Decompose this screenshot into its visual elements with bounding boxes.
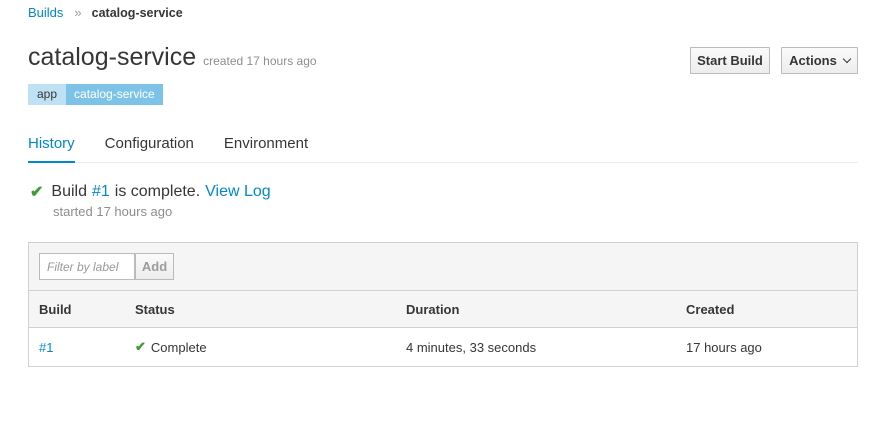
duration-cell: 4 minutes, 33 seconds (406, 339, 537, 355)
status-cell: ✔ Complete (135, 328, 207, 366)
latest-build-status: ✔ Build #1 is complete. View Log started… (30, 182, 271, 219)
label-key[interactable]: app (28, 84, 67, 105)
tab-bar: History Configuration Environment (28, 130, 858, 163)
table-row: #1 ✔ Complete 4 minutes, 33 seconds 17 h… (29, 328, 857, 366)
table-header: Build Status Duration Created (29, 291, 857, 328)
build-link[interactable]: #1 (39, 340, 53, 355)
add-filter-button[interactable]: Add (135, 253, 174, 280)
view-log-link[interactable]: View Log (205, 183, 271, 201)
created-cell: 17 hours ago (686, 339, 762, 355)
label-value[interactable]: catalog-service (66, 84, 163, 105)
column-header-status: Status (135, 301, 175, 317)
tab-history[interactable]: History (28, 130, 75, 163)
column-header-build: Build (39, 301, 72, 317)
breadcrumb: Builds » catalog-service (28, 5, 183, 20)
start-build-label: Start Build (697, 53, 763, 68)
chevron-down-icon (842, 54, 852, 64)
builds-table-panel: Add Build Status Duration Created #1 ✔ C… (28, 242, 858, 367)
filter-by-label-input[interactable] (39, 253, 135, 280)
title-row: catalog-service created 17 hours ago (28, 43, 317, 72)
page-title: catalog-service (28, 43, 197, 71)
created-timestamp: created 17 hours ago (203, 54, 317, 68)
actions-label: Actions (789, 53, 837, 68)
actions-dropdown-button[interactable]: Actions (781, 47, 858, 74)
column-header-duration: Duration (406, 301, 460, 317)
column-header-created: Created (686, 301, 735, 317)
build-number-link[interactable]: #1 (92, 183, 110, 201)
breadcrumb-builds-link[interactable]: Builds (28, 5, 63, 20)
breadcrumb-separator: » (74, 5, 82, 20)
label-tag[interactable]: app catalog-service (28, 84, 163, 105)
status-suffix: is complete. (114, 183, 201, 200)
status-prefix: Build (51, 183, 87, 200)
start-build-button[interactable]: Start Build (690, 47, 770, 74)
breadcrumb-current: catalog-service (91, 5, 183, 20)
tab-configuration[interactable]: Configuration (105, 130, 194, 163)
status-text: Complete (150, 339, 207, 355)
tab-environment[interactable]: Environment (224, 130, 308, 163)
check-icon: ✔ (30, 184, 44, 201)
filter-bar: Add (29, 243, 857, 291)
build-cell: #1 (39, 328, 53, 366)
started-timestamp: started 17 hours ago (53, 204, 173, 219)
check-icon: ✔ (135, 339, 146, 354)
